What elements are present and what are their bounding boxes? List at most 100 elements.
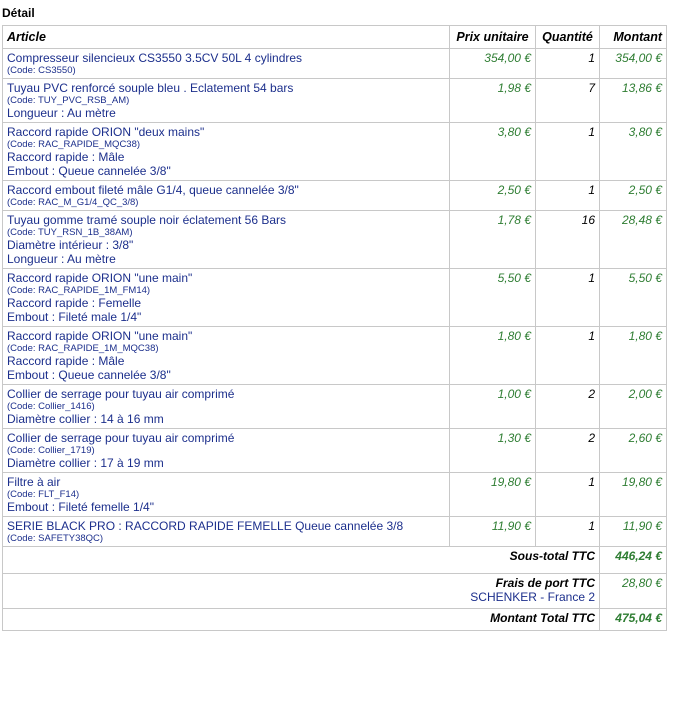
article-cell: Tuyau PVC renforcé souple bleu . Eclatem… — [2, 78, 450, 123]
article-cell: Tuyau gomme tramé souple noir éclatement… — [2, 210, 450, 269]
article-code: (Code: RAC_RAPIDE_MQC38) — [7, 139, 141, 150]
article-cell: Raccord rapide ORION "une main" (Code: RA… — [2, 268, 450, 327]
article-code: (Code: RAC_M_G1/4_QC_3/8) — [7, 197, 139, 208]
article-attribute: Embout : Queue cannelée 3/8" — [7, 368, 171, 382]
table-row: Tuyau PVC renforcé souple bleu . Eclatem… — [2, 78, 667, 123]
quantity-cell: 7 — [535, 78, 600, 123]
items-body: Compresseur silencieux CS3550 3.5CV 50L … — [2, 48, 667, 547]
subtotal-label: Sous-total TTC — [2, 546, 600, 574]
article-attribute: Diamètre collier : 17 à 19 mm — [7, 456, 164, 470]
article-cell: Collier de serrage pour tuyau air compri… — [2, 428, 450, 473]
quantity-cell: 2 — [535, 428, 600, 473]
amount-cell: 1,80 € — [599, 326, 667, 385]
unit-price-cell: 5,50 € — [449, 268, 536, 327]
article-code: (Code: TUY_RSN_1B_38AM) — [7, 227, 133, 238]
article-code: (Code: SAFETY38QC) — [7, 533, 104, 544]
article-cell: Raccord rapide ORION "deux mains" (Code: … — [2, 122, 450, 181]
article-name: Collier de serrage pour tuyau air compri… — [7, 431, 235, 445]
article-name: SERIE BLACK PRO : RACCORD RAPIDE FEMELLE… — [7, 519, 404, 533]
amount-cell: 11,90 € — [599, 516, 667, 547]
quantity-cell: 1 — [535, 516, 600, 547]
subtotal-value: 446,24 € — [599, 546, 667, 574]
amount-cell: 5,50 € — [599, 268, 667, 327]
unit-price-cell: 3,80 € — [449, 122, 536, 181]
unit-price-cell: 19,80 € — [449, 472, 536, 517]
article-cell: Raccord rapide ORION "une main" (Code: RA… — [2, 326, 450, 385]
section-title: Détail — [2, 6, 35, 20]
unit-price-cell: 1,98 € — [449, 78, 536, 123]
article-attribute: Embout : Queue cannelée 3/8" — [7, 164, 171, 178]
article-name: Tuyau gomme tramé souple noir éclatement… — [7, 213, 287, 227]
table-row: Collier de serrage pour tuyau air compri… — [2, 428, 667, 473]
article-cell: Collier de serrage pour tuyau air compri… — [2, 384, 450, 429]
article-name: Tuyau PVC renforcé souple bleu . Eclatem… — [7, 81, 294, 95]
article-code: (Code: TUY_PVC_RSB_AM) — [7, 95, 130, 106]
article-attribute: Longueur : Au mètre — [7, 252, 116, 266]
amount-cell: 2,50 € — [599, 180, 667, 211]
unit-price-cell: 1,30 € — [449, 428, 536, 473]
article-code: (Code: RAC_RAPIDE_1M_FM14) — [7, 285, 151, 296]
article-name: Raccord embout fileté mâle G1/4, queue c… — [7, 183, 299, 197]
article-name: Collier de serrage pour tuyau air compri… — [7, 387, 235, 401]
article-code: (Code: RAC_RAPIDE_1M_MQC38) — [7, 343, 159, 354]
article-attribute: Raccord rapide : Mâle — [7, 354, 125, 368]
total-label: Montant Total TTC — [2, 608, 600, 631]
total-row: Montant Total TTC 475,04 € — [2, 608, 667, 631]
article-attribute: Raccord rapide : Mâle — [7, 150, 125, 164]
quantity-cell: 1 — [535, 472, 600, 517]
total-value: 475,04 € — [599, 608, 667, 631]
article-cell: Compresseur silencieux CS3550 3.5CV 50L … — [2, 48, 450, 79]
article-code: (Code: FLT_F14) — [7, 489, 80, 500]
amount-cell: 28,48 € — [599, 210, 667, 269]
table-row: Filtre à air (Code: FLT_F14) Embout : File… — [2, 472, 667, 517]
amount-cell: 3,80 € — [599, 122, 667, 181]
table-row: Raccord rapide ORION "deux mains" (Code: … — [2, 122, 667, 181]
table-header-row: Article Prix unitaire Quantité Montant — [2, 25, 667, 49]
quantity-cell: 1 — [535, 268, 600, 327]
table-row: Raccord embout fileté mâle G1/4, queue c… — [2, 180, 667, 211]
shipping-label-cell: Frais de port TTC SCHENKER - France 2 — [2, 573, 600, 609]
subtotal-row: Sous-total TTC 446,24 € — [2, 546, 667, 574]
quantity-cell: 16 — [535, 210, 600, 269]
unit-price-cell: 354,00 € — [449, 48, 536, 79]
amount-cell: 354,00 € — [599, 48, 667, 79]
table-row: Tuyau gomme tramé souple noir éclatement… — [2, 210, 667, 269]
article-cell: Filtre à air (Code: FLT_F14) Embout : File… — [2, 472, 450, 517]
quantity-cell: 1 — [535, 48, 600, 79]
header-unit-price: Prix unitaire — [449, 25, 536, 49]
article-name: Filtre à air — [7, 475, 61, 489]
quantity-cell: 1 — [535, 122, 600, 181]
header-quantity: Quantité — [535, 25, 600, 49]
article-code: (Code: Collier_1416) — [7, 401, 95, 412]
quantity-cell: 1 — [535, 180, 600, 211]
article-attribute: Embout : Fileté femelle 1/4" — [7, 500, 154, 514]
order-detail-table: Article Prix unitaire Quantité Montant C… — [2, 25, 667, 631]
shipping-carrier: SCHENKER - France 2 — [470, 590, 595, 604]
shipping-value: 28,80 € — [599, 573, 667, 609]
article-attribute: Longueur : Au mètre — [7, 106, 116, 120]
unit-price-cell: 11,90 € — [449, 516, 536, 547]
shipping-label: Frais de port TTC — [495, 576, 595, 590]
amount-cell: 2,00 € — [599, 384, 667, 429]
table-row: Raccord rapide ORION "une main" (Code: RA… — [2, 326, 667, 385]
unit-price-cell: 1,80 € — [449, 326, 536, 385]
quantity-cell: 1 — [535, 326, 600, 385]
table-row: Compresseur silencieux CS3550 3.5CV 50L … — [2, 48, 667, 79]
unit-price-cell: 1,00 € — [449, 384, 536, 429]
article-cell: SERIE BLACK PRO : RACCORD RAPIDE FEMELLE… — [2, 516, 450, 547]
unit-price-cell: 2,50 € — [449, 180, 536, 211]
article-name: Compresseur silencieux CS3550 3.5CV 50L … — [7, 51, 303, 65]
article-code: (Code: Collier_1719) — [7, 445, 95, 456]
shipping-row: Frais de port TTC SCHENKER - France 2 28… — [2, 573, 667, 609]
article-name: Raccord rapide ORION "une main" — [7, 271, 193, 285]
article-cell: Raccord embout fileté mâle G1/4, queue c… — [2, 180, 450, 211]
article-code: (Code: CS3550) — [7, 65, 76, 76]
unit-price-cell: 1,78 € — [449, 210, 536, 269]
table-row: Raccord rapide ORION "une main" (Code: RA… — [2, 268, 667, 327]
article-attribute: Diamètre collier : 14 à 16 mm — [7, 412, 164, 426]
amount-cell: 13,86 € — [599, 78, 667, 123]
article-attribute: Raccord rapide : Femelle — [7, 296, 142, 310]
quantity-cell: 2 — [535, 384, 600, 429]
amount-cell: 2,60 € — [599, 428, 667, 473]
article-attribute: Diamètre intérieur : 3/8" — [7, 238, 134, 252]
